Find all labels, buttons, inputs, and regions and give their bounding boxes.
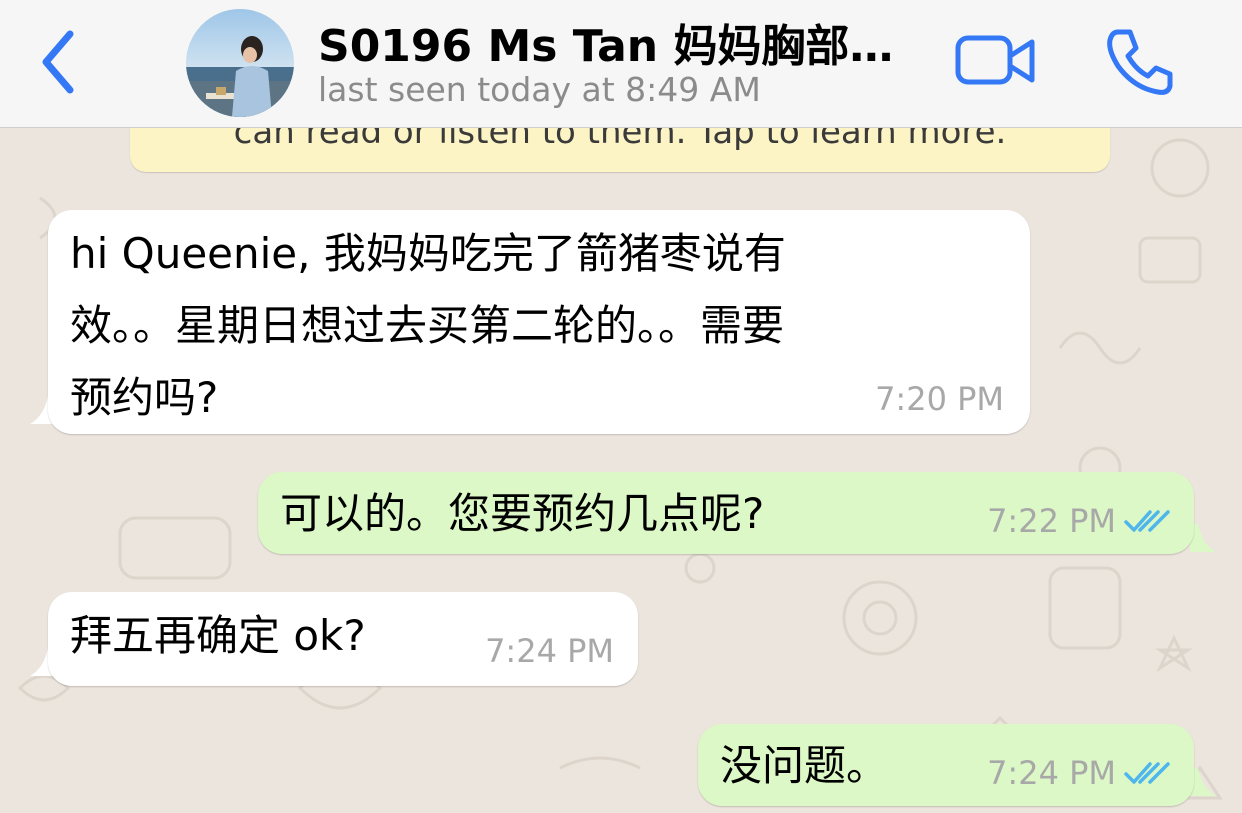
last-seen-status: last seen today at 8:49 AM — [318, 70, 761, 109]
avatar[interactable] — [186, 9, 294, 117]
message-list[interactable]: can read or listen to them. Tap to learn… — [0, 128, 1242, 813]
encryption-notice[interactable]: can read or listen to them. Tap to learn… — [130, 128, 1110, 172]
read-receipt-icon — [1124, 510, 1170, 532]
bubble-tail — [1190, 768, 1216, 796]
phone-icon — [1107, 29, 1173, 95]
message-text-line: hi Queenie, 我妈妈吃完了箭猪枣说有 — [70, 229, 786, 278]
voice-call-button[interactable] — [1104, 26, 1176, 98]
message-timestamp: 7:20 PM — [875, 380, 1004, 418]
message-bubble-incoming[interactable]: hi Queenie, 我妈妈吃完了箭猪枣说有 效。。星期日想过去买第二轮的。。… — [48, 210, 1030, 434]
avatar-photo — [186, 9, 294, 117]
message-bubble-outgoing[interactable]: 可以的。您要预约几点呢? 7:22 PM — [258, 472, 1194, 554]
message-text-line: 效。。星期日想过去买第二轮的。。需要 — [70, 301, 785, 350]
message-text-line: 没问题。 — [720, 741, 889, 790]
message-timestamp: 7:24 PM — [987, 754, 1116, 792]
video-camera-icon — [955, 35, 1035, 85]
message-timestamp: 7:24 PM — [485, 632, 614, 670]
message-bubble-incoming[interactable]: 拜五再确定 ok? 7:24 PM — [48, 592, 638, 686]
video-call-button[interactable] — [954, 28, 1038, 94]
message-bubble-outgoing[interactable]: 没问题。 7:24 PM — [698, 724, 1194, 806]
message-timestamp: 7:22 PM — [987, 502, 1116, 540]
contact-name[interactable]: S0196 Ms Tan 妈妈胸部… — [318, 10, 918, 74]
back-button[interactable] — [30, 26, 86, 98]
read-receipt-icon — [1124, 762, 1170, 784]
bubble-tail — [1190, 524, 1216, 552]
chat-header: S0196 Ms Tan 妈妈胸部… last seen today at 8:… — [0, 0, 1242, 128]
chevron-left-icon — [42, 30, 74, 94]
